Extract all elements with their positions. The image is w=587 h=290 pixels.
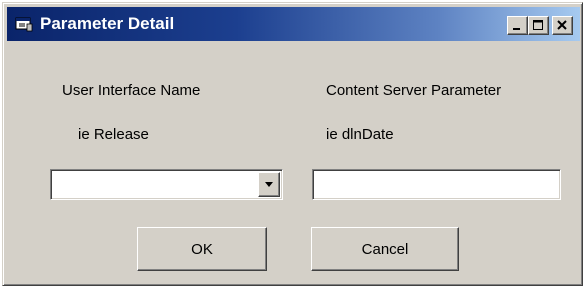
ok-button[interactable]: OK [137,227,267,271]
combobox-dropdown-button[interactable] [258,172,280,197]
user-interface-example-label: ie Release [78,126,149,143]
user-interface-name-combobox[interactable] [50,169,283,200]
title-bar[interactable]: Parameter Detail [7,7,580,41]
content-server-parameter-input[interactable] [312,169,561,200]
dialog-app-icon [15,16,33,32]
chevron-down-icon [265,182,273,187]
minimize-icon [513,28,520,30]
parameter-detail-dialog: Parameter Detail User Interface Name ie … [2,2,583,286]
content-server-example-label: ie dlnDate [326,126,394,143]
close-button[interactable] [552,16,573,35]
window-title: Parameter Detail [40,14,175,33]
user-interface-name-label: User Interface Name [62,82,201,99]
close-icon [557,20,567,30]
cancel-button[interactable]: Cancel [311,227,459,271]
maximize-icon [533,20,543,30]
content-server-parameter-label: Content Server Parameter [326,82,502,99]
minimize-button[interactable] [507,16,528,35]
maximize-button[interactable] [528,16,549,35]
